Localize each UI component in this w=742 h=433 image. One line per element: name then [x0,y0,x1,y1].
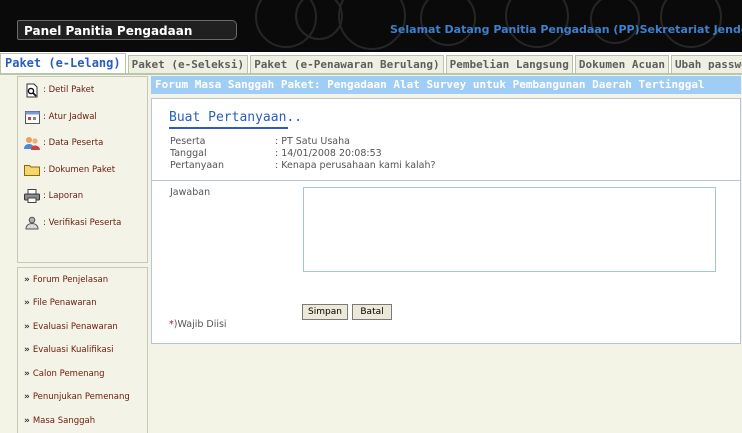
tab-dokumen-acuan[interactable]: Dokumen Acuan [574,55,669,73]
double-chevron-right-icon: » [24,368,30,379]
double-chevron-right-icon: » [24,274,30,285]
pertanyaan-value: : Kenapa perusahaan kami kalah? [275,160,436,171]
sidebar-item-label: : Detil Paket [43,85,95,96]
tab-pembelian-langsung[interactable]: Pembelian Langsung [445,55,573,73]
simpan-button[interactable]: Simpan [302,304,348,320]
tab-bar: Paket (e-Lelang) Paket (e-Seleksi) Paket (… [0,52,742,75]
tab-paket-e-lelang[interactable]: Paket (e-Lelang) [0,53,126,73]
required-note: *)Wajib Diisi [169,319,227,330]
sidebar-item-file-penawaran[interactable]: » File Penawaran [18,292,147,316]
sidebar-item-label: Evaluasi Kualifikasi [32,345,114,356]
welcome-text: Selamat Datang Panitia Pengadaan (PP)Sek… [390,23,742,36]
sidebar-item-evaluasi-kualifikasi[interactable]: » Evaluasi Kualifikasi [18,339,147,363]
required-note-text: )Wajib Diisi [173,319,227,330]
verify-user-icon [24,215,40,231]
tab-ubah-password[interactable]: Ubah password [670,55,742,73]
page-title: Forum Masa Sanggah Paket: Pengadaan Alat… [151,76,741,94]
form-title-underline [169,127,288,129]
sidebar-item-label: Evaluasi Penawaran [32,321,118,332]
sidebar-item-verifikasi-peserta[interactable]: : Verifikasi Peserta [18,210,147,237]
form-title[interactable]: Buat Pertanyaan.. [169,110,302,125]
document-search-icon [24,82,40,98]
sidebar-item-label: : Dokumen Paket [43,164,116,175]
sidebar-item-penunjukan-pemenang[interactable]: » Penunjukan Pemenang [18,386,147,410]
jawaban-label: Jawaban [170,187,211,198]
sidebar-item-masa-sanggah[interactable]: » Masa Sanggah [18,409,147,433]
header-decoration [295,0,343,40]
sidebar-item-label: : Laporan [43,191,84,202]
sidebar-item-dokumen-paket[interactable]: : Dokumen Paket [18,157,147,184]
sidebar-menu-process: » Forum Penjelasan » File Penawaran » Ev… [17,267,148,433]
sidebar-item-atur-jadwal[interactable]: : Atur Jadwal [18,104,147,131]
sidebar-item-calon-pemenang[interactable]: » Calon Pemenang [18,362,147,386]
sidebar-item-label: Penunjukan Pemenang [32,392,130,403]
pertanyaan-label: Pertanyaan [170,160,224,171]
double-chevron-right-icon: » [24,298,30,309]
sidebar-item-label: Forum Penjelasan [32,274,109,285]
double-chevron-right-icon: » [24,392,30,403]
sidebar-item-label: Masa Sanggah [32,415,96,426]
sidebar-item-evaluasi-penawaran[interactable]: » Evaluasi Penawaran [18,315,147,339]
sidebar-item-label: : Data Peserta [43,138,104,149]
sidebar-item-forum-penjelasan[interactable]: » Forum Penjelasan [18,268,147,292]
sidebar-item-detil-paket[interactable]: : Detil Paket [18,77,147,104]
double-chevron-right-icon: » [24,345,30,356]
tanggal-value: : 14/01/2008 20:08:53 [275,148,382,159]
calendar-icon [24,109,40,125]
folder-icon [24,162,40,178]
sidebar-item-data-peserta[interactable]: : Data Peserta [18,130,147,157]
printer-icon [24,188,40,204]
divider [152,180,740,181]
sidebar-item-label: File Penawaran [32,298,97,309]
sidebar-menu-package: : Detil Paket : Atur Jadwal : Data Peser… [17,76,148,263]
double-chevron-right-icon: » [24,415,30,426]
peserta-label: Peserta [170,136,206,147]
panel-title: Panel Panitia Pengadaan [17,20,237,40]
question-form-card: Buat Pertanyaan.. Peserta : PT Satu Usah… [151,98,741,344]
tab-paket-e-seleksi[interactable]: Paket (e-Seleksi) [127,55,249,73]
sidebar-item-label: : Atur Jadwal [43,111,97,122]
sidebar-item-laporan[interactable]: : Laporan [18,183,147,210]
header-decoration [590,0,640,44]
sidebar-item-label: : Verifikasi Peserta [43,217,122,228]
sidebar-item-label: Calon Pemenang [32,368,105,379]
tab-paket-e-penawaran-berulang[interactable]: Paket (e-Penawaran Berulang) [250,55,444,73]
double-chevron-right-icon: » [24,321,30,332]
header-bar: Panel Panitia Pengadaan Selamat Datang P… [0,0,742,52]
peserta-value: : PT Satu Usaha [275,136,350,147]
users-icon [24,135,40,151]
batal-button[interactable]: Batal [352,304,392,320]
sidebar: : Detil Paket : Atur Jadwal : Data Peser… [17,75,148,433]
tanggal-label: Tanggal [170,148,207,159]
jawaban-textarea[interactable] [303,187,716,272]
